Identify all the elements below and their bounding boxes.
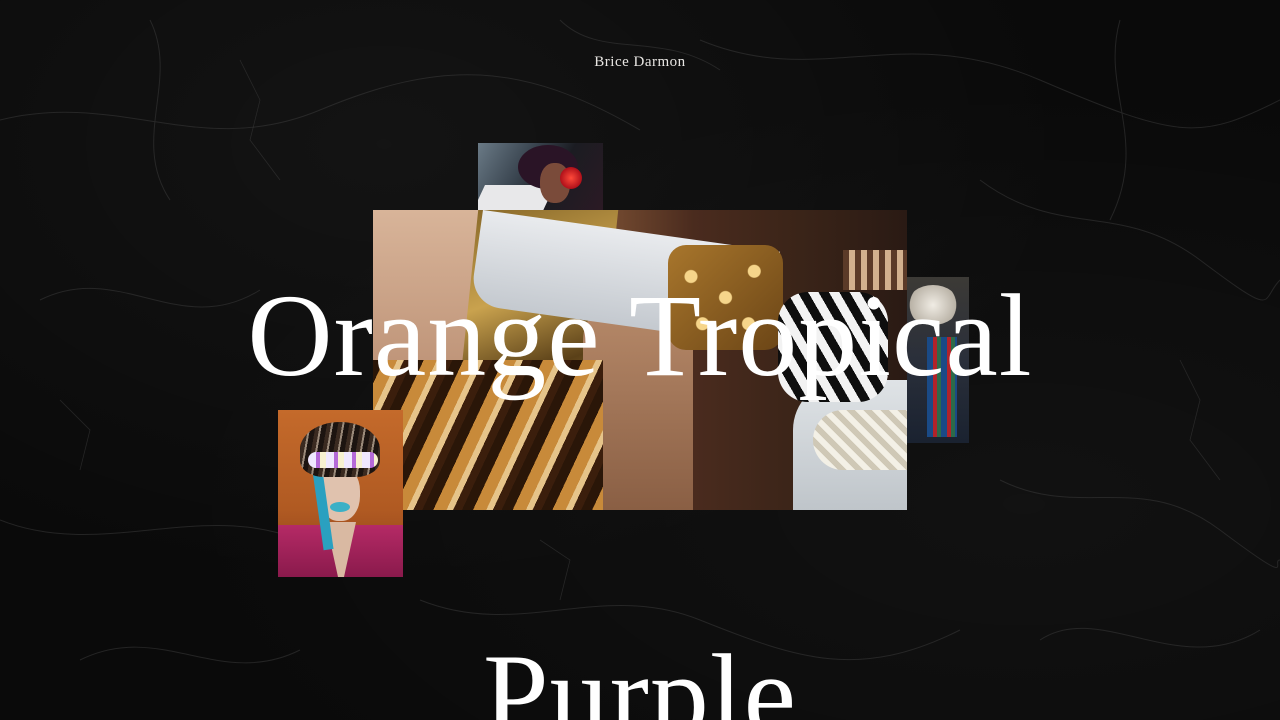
next-slide-title[interactable]: Purple xyxy=(0,636,1280,720)
image-detail xyxy=(813,410,907,470)
image-detail xyxy=(330,502,350,512)
image-detail xyxy=(308,452,378,468)
site-title[interactable]: Brice Darmon xyxy=(0,54,1280,71)
gallery-image-left[interactable] xyxy=(278,410,403,577)
image-detail xyxy=(300,422,380,477)
image-detail xyxy=(560,167,582,189)
gallery-image-top[interactable] xyxy=(478,143,603,210)
slide-title[interactable]: Orange Tropical xyxy=(0,276,1280,396)
